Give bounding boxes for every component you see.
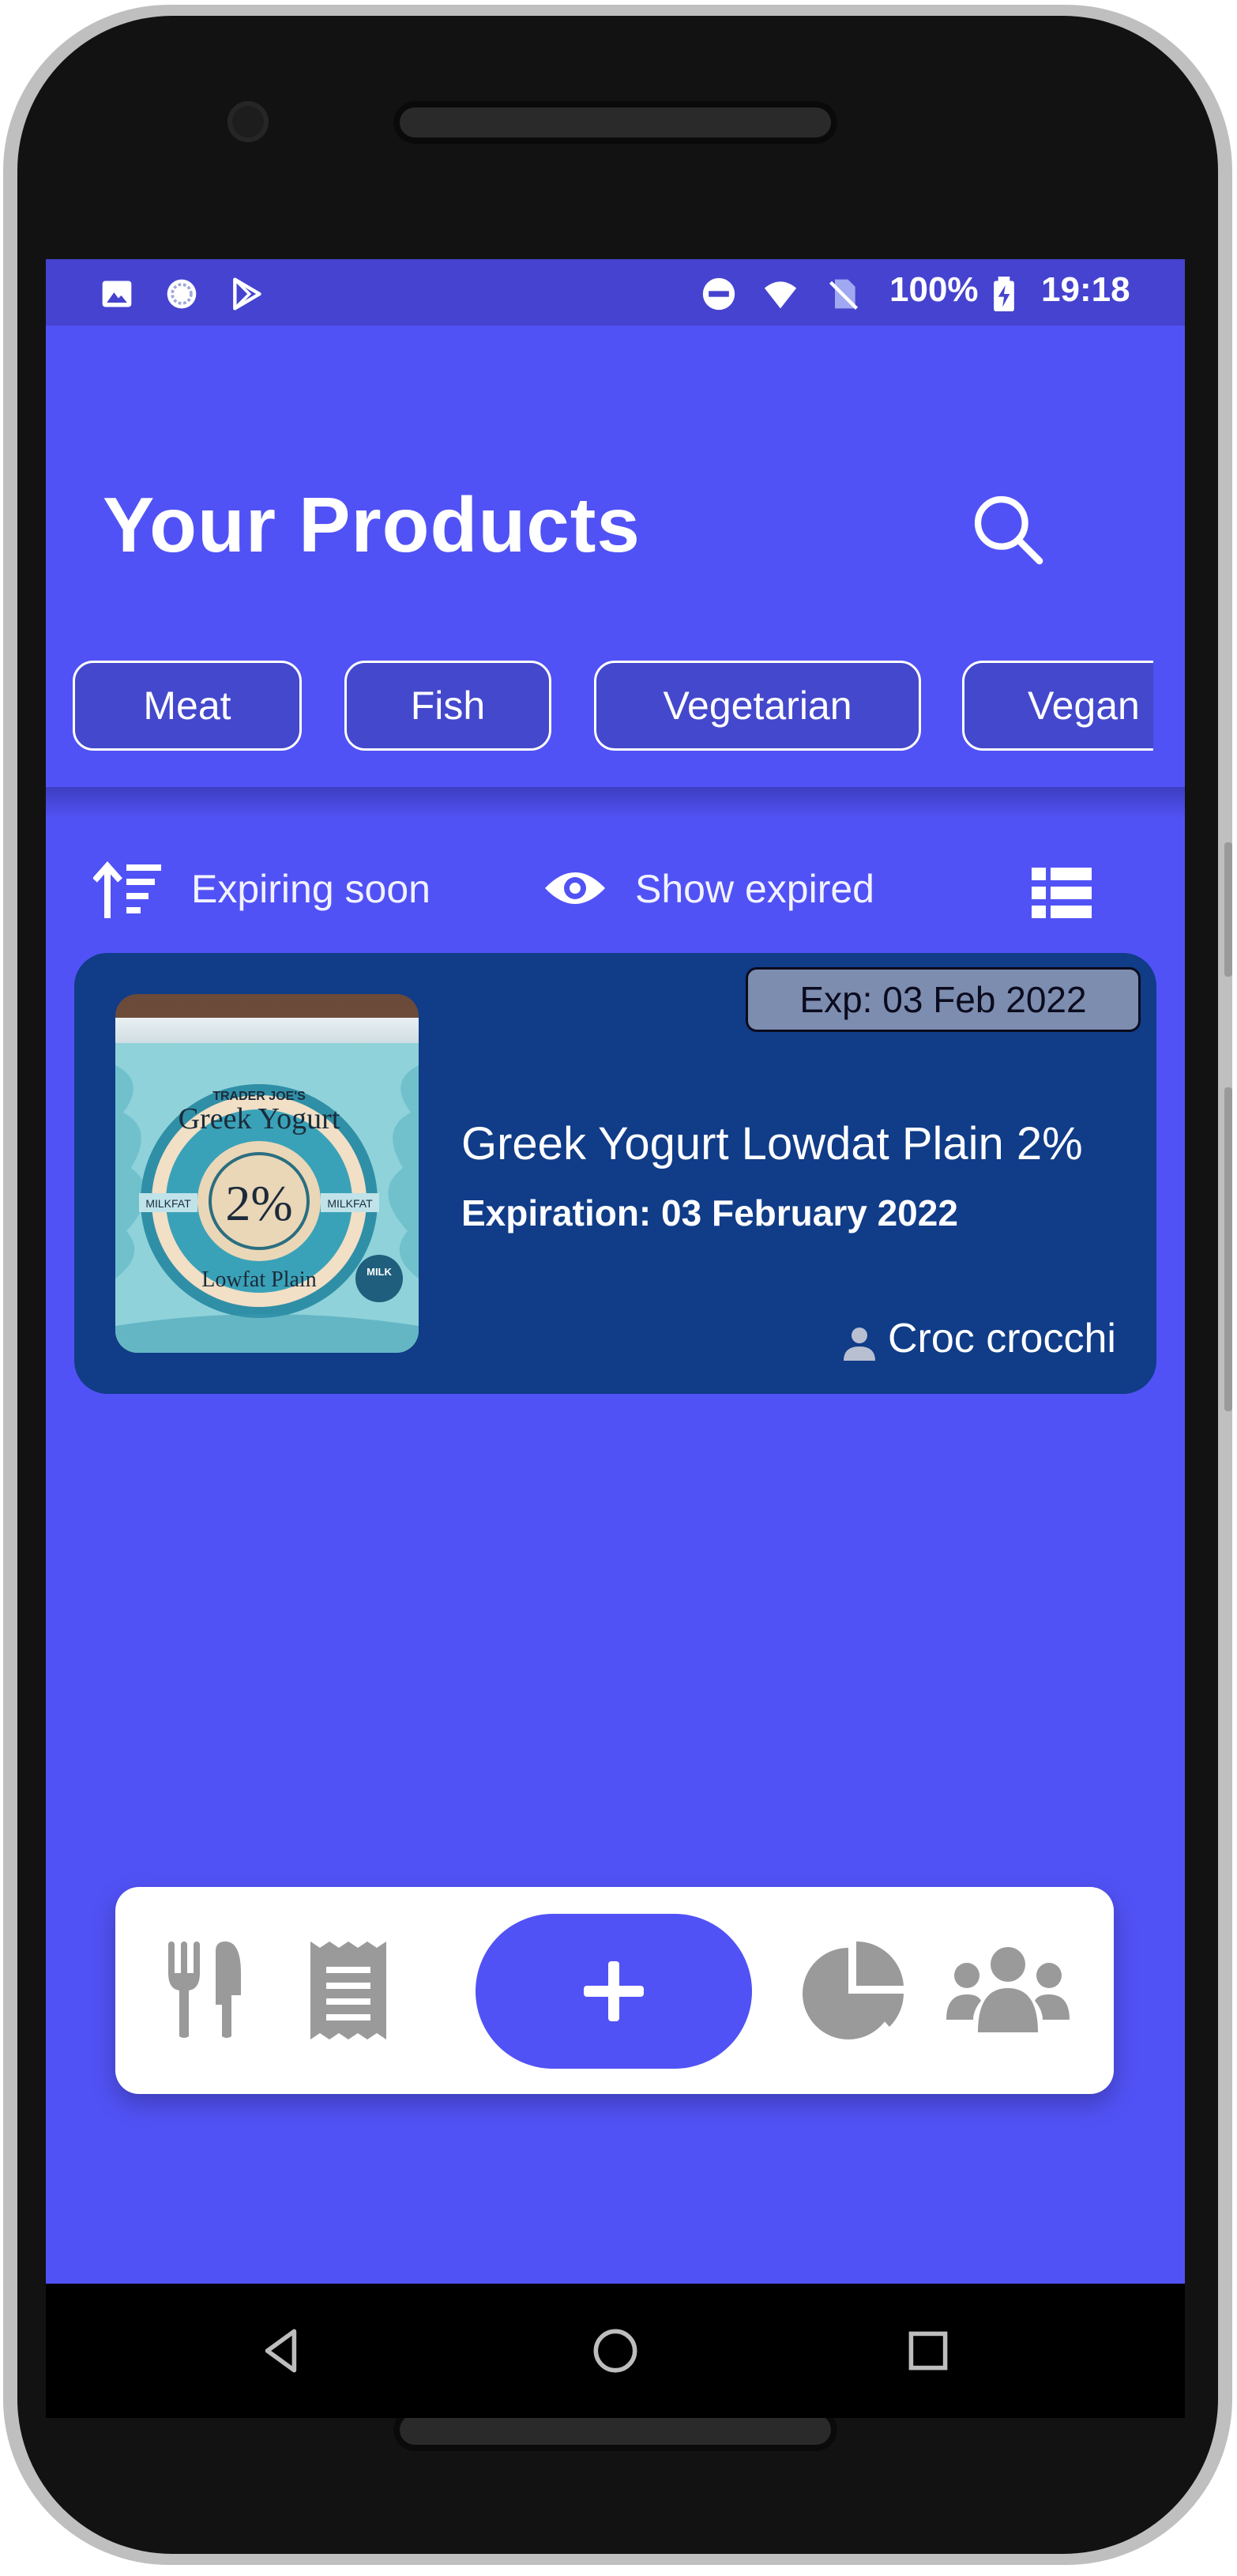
product-owner: Croc crocchi	[840, 1315, 1134, 1365]
sync-notification-icon	[167, 279, 197, 309]
label-product: Greek Yogurt	[179, 1102, 340, 1135]
nav-group-button[interactable]	[929, 1887, 1087, 2094]
plus-icon	[584, 1961, 644, 2021]
pie-chart-icon	[803, 1941, 904, 2039]
wifi-icon	[764, 281, 797, 309]
status-bar: 100% 19:18	[46, 259, 1185, 326]
system-navigation-bar	[46, 2284, 1185, 2418]
bottom-navigation	[115, 1887, 1114, 2094]
person-icon	[844, 1328, 875, 1361]
users-icon	[946, 1947, 1070, 2032]
label-left-tag: MILKFAT	[145, 1197, 191, 1210]
product-expiration: Expiration: 03 February 2022	[461, 1192, 958, 1233]
label-percent: 2%	[225, 1175, 292, 1231]
volume-button	[1224, 842, 1232, 977]
image-notification-icon	[102, 281, 132, 307]
battery-charging-icon	[994, 277, 1014, 311]
power-button	[1224, 1087, 1232, 1411]
category-chip-fish[interactable]: Fish	[344, 661, 551, 751]
home-icon[interactable]	[586, 2322, 645, 2380]
label-brand: TRADER JOE'S	[212, 1090, 306, 1103]
list-toolbar: Expiring soon Show expired	[46, 844, 1185, 931]
earpiece-speaker	[393, 101, 837, 144]
header-divider-shadow	[46, 787, 1185, 819]
label-right-tag: MILKFAT	[327, 1197, 373, 1210]
show-expired-label: Show expired	[635, 867, 874, 911]
receipt-icon	[310, 1941, 386, 2039]
nav-products-button[interactable]	[147, 1887, 265, 2094]
chips-edge-fade	[1153, 654, 1185, 757]
front-camera	[227, 101, 269, 142]
product-photo: 2% Greek Yogurt TRADER JOE'S Lowfat Plai…	[115, 994, 419, 1353]
sort-ascending-icon	[93, 861, 161, 918]
app-screen: 100% 19:18 Your Products Meat Fish Veget…	[46, 259, 1185, 2284]
page-title: Your Products	[103, 481, 641, 568]
category-chip-meat[interactable]: Meat	[73, 661, 302, 751]
do-not-disturb-icon	[702, 277, 735, 311]
list-view-icon[interactable]	[1032, 868, 1092, 918]
category-chip-vegetarian[interactable]: Vegetarian	[594, 661, 921, 751]
play-store-notification-icon	[233, 277, 261, 311]
sort-expiring-button[interactable]: Expiring soon	[93, 844, 457, 931]
product-card[interactable]: Exp: 03 Feb 2022 2% Greek Yogurt TRADER …	[74, 953, 1156, 1394]
product-name: Greek Yogurt Lowdat Plain 2%	[461, 1118, 1083, 1169]
nav-statistics-button[interactable]	[795, 1887, 913, 2094]
battery-percent: 100%	[889, 270, 979, 309]
add-product-button[interactable]	[476, 1914, 752, 2069]
nav-receipts-button[interactable]	[289, 1887, 408, 2094]
expiration-badge: Exp: 03 Feb 2022	[746, 967, 1141, 1032]
recents-icon[interactable]	[899, 2322, 957, 2380]
category-chip-vegan[interactable]: Vegan	[962, 661, 1185, 751]
owner-name: Croc crocchi	[888, 1316, 1116, 1361]
category-filter-bar: Meat Fish Vegetarian Vegan	[46, 654, 1185, 757]
label-subtitle: Lowfat Plain	[201, 1267, 316, 1292]
sort-label: Expiring soon	[191, 867, 431, 911]
search-icon[interactable]	[965, 487, 1052, 574]
eye-icon	[545, 872, 605, 904]
label-seal: MILK	[367, 1266, 392, 1278]
show-expired-toggle[interactable]: Show expired	[543, 844, 907, 931]
back-icon[interactable]	[253, 2322, 311, 2380]
utensils-icon	[168, 1941, 241, 2038]
no-sim-icon	[829, 279, 859, 310]
clock: 19:18	[1041, 270, 1130, 309]
